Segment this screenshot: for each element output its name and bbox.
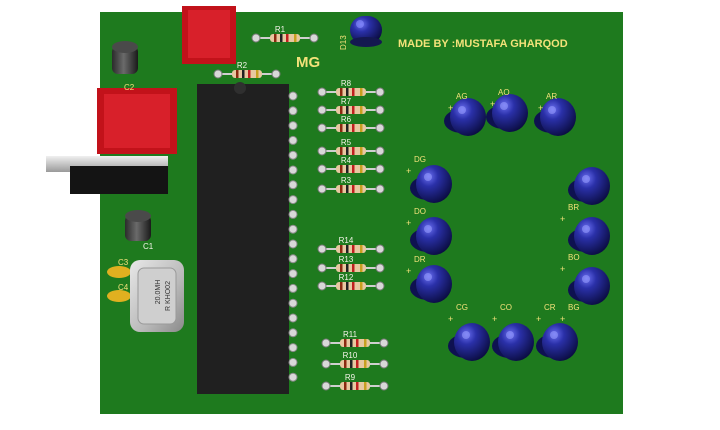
ic-pin: [288, 180, 298, 190]
led-label: DR: [414, 255, 426, 264]
ic-pin: [288, 135, 298, 145]
led-label: AG: [456, 92, 468, 101]
resistor-label: R12: [339, 273, 354, 282]
cap-label: C3: [118, 258, 129, 267]
voltage-regulator: [46, 156, 168, 194]
led-label: CO: [500, 303, 512, 312]
resistor-label: R6: [341, 115, 352, 124]
ic-pin: [288, 209, 298, 219]
ic-pin: [288, 357, 298, 367]
resistor-label: R13: [339, 255, 354, 264]
ic-pin: [288, 91, 298, 101]
credit-text: MADE BY :MUSTAFA GHARQOD: [398, 38, 568, 50]
resistor-label: R11: [343, 330, 358, 339]
polarity-mark: +: [448, 103, 453, 113]
led-label: BG: [568, 303, 580, 312]
polarity-mark: +: [560, 264, 565, 274]
led-label: CG: [456, 303, 468, 312]
crystal-text: R KHO02: [165, 281, 172, 311]
led-label: AO: [498, 88, 510, 97]
led-label: DO: [414, 207, 426, 216]
ic-pin: [288, 298, 298, 308]
ic-pin: [288, 343, 298, 353]
polarity-mark: +: [490, 99, 495, 109]
resistor-label: R9: [345, 373, 356, 382]
resistor-label: R3: [341, 176, 352, 185]
resistor-label: R7: [341, 97, 352, 106]
polarity-mark: +: [406, 218, 411, 228]
polarity-mark: +: [536, 314, 541, 324]
led-label: AR: [546, 92, 557, 101]
polarity-mark: +: [492, 314, 497, 324]
polarity-mark: +: [560, 314, 565, 324]
ic-pin: [288, 254, 298, 264]
polarity-mark: +: [538, 103, 543, 113]
ic-pin: [288, 165, 298, 175]
ic-pin: [288, 372, 298, 382]
crystal-text: 20.0MH: [155, 280, 162, 305]
ic-pin: [288, 224, 298, 234]
polarity-mark: +: [448, 314, 453, 324]
microcontroller-ic: [197, 82, 298, 394]
led-label: DG: [414, 155, 426, 164]
logo-text: MG: [296, 54, 320, 71]
cap-label: C1: [143, 242, 154, 251]
polarity-mark: +: [406, 266, 411, 276]
cap-label: C4: [118, 283, 129, 292]
pcb-render: C2 C1 C3 C4 20.0MH R KHO02 R1 R2 R8 R7 R6 R5 R…: [46, 6, 623, 414]
ic-pin: [288, 195, 298, 205]
led-label: D13: [339, 35, 348, 50]
ic-pin: [288, 150, 298, 160]
resistor-label: R2: [237, 61, 248, 70]
resistor-label: R5: [341, 138, 352, 147]
led-label: BO: [568, 253, 580, 262]
polarity-mark: +: [406, 166, 411, 176]
ic-pin: [288, 283, 298, 293]
polarity-mark: +: [560, 214, 565, 224]
led-label: CR: [544, 303, 556, 312]
resistor-label: R10: [343, 351, 358, 360]
ic-pin: [288, 313, 298, 323]
resistor-label: R14: [339, 236, 354, 245]
ic-pin: [288, 239, 298, 249]
ic-pin: [288, 106, 298, 116]
resistor-label: R1: [275, 25, 286, 34]
ic-pin: [288, 269, 298, 279]
cap-label: C2: [124, 83, 135, 92]
ic-pin: [288, 121, 298, 131]
ic-pin: [288, 328, 298, 338]
resistor-label: R4: [341, 156, 352, 165]
resistor-label: R8: [341, 79, 352, 88]
crystal-oscillator: 20.0MH R KHO02: [130, 260, 184, 332]
led-label: BR: [568, 203, 579, 212]
